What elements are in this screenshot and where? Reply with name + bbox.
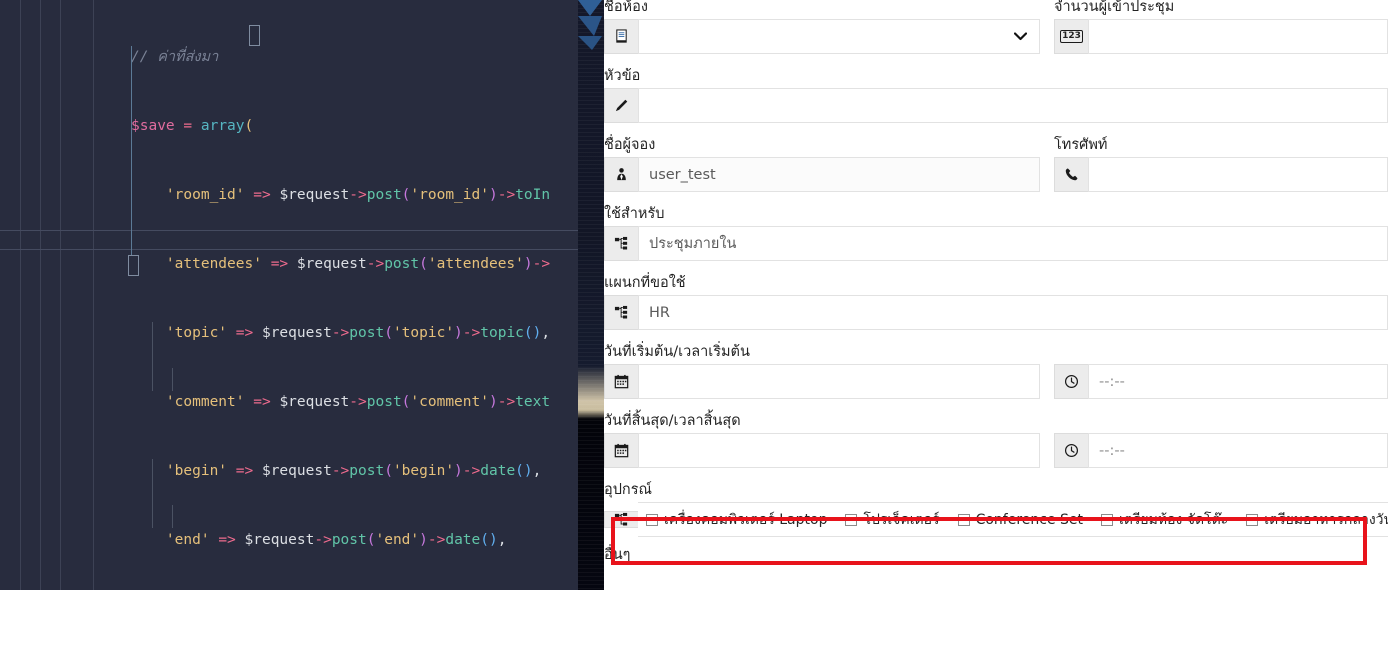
topic-input[interactable]: [638, 88, 1388, 123]
code-block-guide: [172, 505, 173, 528]
numeric-123-icon: 123: [1054, 19, 1088, 54]
booker-name-label: ชื่อผู้จอง: [604, 137, 656, 153]
begin-date-field-group[interactable]: [604, 364, 1040, 399]
phone-icon: [1054, 157, 1088, 192]
equipment-checkbox-list: เครื่องคอมพิวเตอร์ Laptop โปรเจ็คเตอร์ C…: [638, 502, 1388, 537]
room-name-field-group[interactable]: [604, 19, 1040, 54]
form-row-equipment: อุปกรณ์ เครื่องคอมพิวเตอร์ Laptop โปรเจ็…: [604, 479, 1388, 537]
phone-label: โทรศัพท์: [1054, 137, 1108, 153]
sitemap-icon: [604, 295, 638, 330]
end-date-field-group[interactable]: [604, 433, 1040, 468]
department-value: HR: [649, 304, 670, 321]
room-name-select[interactable]: [638, 19, 1040, 54]
form-row-end: วันที่สิ้นสุด/เวลาสิ้นสุด --:--: [604, 410, 1388, 468]
form-row-department: แผนกที่ขอใช้ HR: [604, 272, 1388, 330]
form-row-booker: ชื่อผู้จอง user_test โทรศัพท์: [604, 134, 1388, 192]
equipment-field-group[interactable]: เครื่องคอมพิวเตอร์ Laptop โปรเจ็คเตอร์ C…: [604, 502, 1388, 537]
equipment-label: อุปกรณ์: [604, 482, 652, 498]
begin-label: วันที่เริ่มต้น/เวลาเริ่มต้น: [604, 344, 750, 360]
equipment-checkbox-label: เครื่องคอมพิวเตอร์ Laptop: [664, 511, 828, 528]
code-text: // ค่าที่ส่งมา $save = array( 'room_id' …: [131, 49, 551, 548]
end-date-input[interactable]: [638, 433, 1040, 468]
phone-field-group[interactable]: [1054, 157, 1388, 192]
equipment-checkbox[interactable]: เตรียมอาหารกลางวัน: [1246, 509, 1388, 531]
attendees-input[interactable]: [1088, 19, 1388, 54]
end-time-field-group[interactable]: --:--: [1054, 433, 1388, 468]
equipment-checkbox[interactable]: โปรเจ็คเตอร์: [845, 509, 940, 531]
form-row-begin: วันที่เริ่มต้น/เวลาเริ่มต้น --:--: [604, 341, 1388, 399]
end-time-label: [1054, 410, 1388, 433]
other-label: อื่นๆ: [604, 547, 631, 563]
user-tie-icon: [604, 157, 638, 192]
code-block-guide: [152, 322, 153, 391]
checkbox-box[interactable]: [1246, 513, 1259, 526]
form-row-usedfor: ใช้สำหรับ ประชุมภายใน: [604, 203, 1388, 261]
booker-name-value: user_test: [649, 166, 716, 183]
booker-name-field-group[interactable]: user_test: [604, 157, 1040, 192]
begin-time-label: [1054, 341, 1388, 364]
checkbox-box[interactable]: [845, 513, 858, 526]
booker-name-input[interactable]: user_test: [638, 157, 1040, 192]
form-row-topic: หัวข้อ: [604, 65, 1388, 123]
pencil-icon: [604, 88, 638, 123]
begin-time-input[interactable]: --:--: [1088, 364, 1388, 399]
checkbox-box[interactable]: [1101, 513, 1114, 526]
end-time-input[interactable]: --:--: [1088, 433, 1388, 468]
code-block-guide: [152, 459, 153, 528]
end-time-value: --:--: [1099, 442, 1125, 459]
topic-label: หัวข้อ: [604, 68, 641, 84]
clock-icon: [1054, 433, 1088, 468]
topic-field-group[interactable]: [604, 88, 1388, 123]
equipment-checkbox-label: Conference Set: [975, 511, 1084, 528]
equipment-checkbox[interactable]: เครื่องคอมพิวเตอร์ Laptop: [646, 509, 827, 531]
checkbox-box[interactable]: [646, 513, 658, 526]
begin-date-input[interactable]: [638, 364, 1040, 399]
department-field-group[interactable]: HR: [604, 295, 1388, 330]
code-block-guide: [131, 46, 132, 255]
attendees-label: จำนวนผู้เข้าประชุม: [1054, 0, 1175, 15]
attendees-field-group[interactable]: 123: [1054, 19, 1388, 54]
equipment-checkbox[interactable]: เตรียมห้อง จัดโต๊ะ: [1101, 509, 1228, 531]
chevron-down-icon[interactable]: [1014, 32, 1027, 41]
used-for-input[interactable]: ประชุมภายใน: [638, 226, 1388, 261]
building-icon: [604, 19, 638, 54]
code-editor[interactable]: // ค่าที่ส่งมา $save = array( 'room_id' …: [0, 0, 578, 590]
equipment-checkbox[interactable]: Conference Set: [957, 511, 1084, 528]
calendar-icon: [604, 364, 638, 399]
used-for-label: ใช้สำหรับ: [604, 206, 665, 222]
sitemap-icon: [604, 511, 638, 528]
begin-time-field-group[interactable]: --:--: [1054, 364, 1388, 399]
used-for-value: ประชุมภายใน: [649, 236, 737, 252]
department-input[interactable]: HR: [638, 295, 1388, 330]
form-row-room: ชื่อห้อง จำนวนผู้เข้าประชุม 123: [604, 0, 1388, 54]
sitemap-icon: [604, 226, 638, 261]
room-name-label: ชื่อห้อง: [604, 0, 648, 15]
department-label: แผนกที่ขอใช้: [604, 275, 686, 291]
code-block-guide: [172, 368, 173, 391]
equipment-checkbox-label: เตรียมห้อง จัดโต๊ะ: [1119, 511, 1229, 528]
begin-time-value: --:--: [1099, 373, 1125, 390]
end-label: วันที่สิ้นสุด/เวลาสิ้นสุด: [604, 413, 741, 429]
used-for-field-group[interactable]: ประชุมภายใน: [604, 226, 1388, 261]
clock-icon: [1054, 364, 1088, 399]
desktop-wallpaper-strip: [578, 0, 604, 590]
form-row-other: อื่นๆ: [604, 544, 1388, 567]
checkbox-box[interactable]: [957, 513, 970, 526]
booking-form-panel: ชื่อห้อง จำนวนผู้เข้าประชุม 123 หัวข้อ ช…: [604, 0, 1388, 595]
equipment-checkbox-label: เตรียมอาหารกลางวัน: [1264, 511, 1388, 528]
calendar-icon: [604, 433, 638, 468]
equipment-checkbox-label: โปรเจ็คเตอร์: [863, 511, 940, 528]
phone-input[interactable]: [1088, 157, 1388, 192]
